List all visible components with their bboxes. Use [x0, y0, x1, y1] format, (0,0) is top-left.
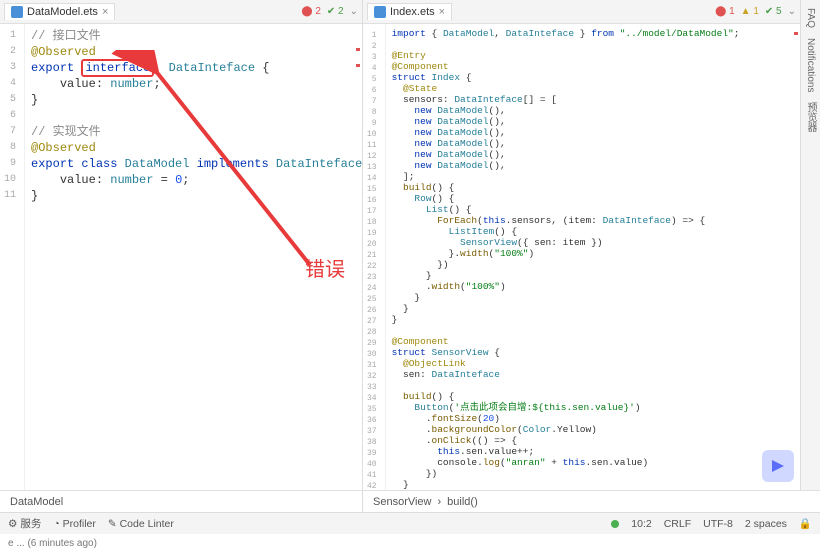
breadcrumb-item[interactable]: DataModel [10, 496, 63, 508]
left-tab-status: ⬤ 2 ✔ 2 ⌄ [301, 6, 358, 17]
tab-index[interactable]: Index.ets × [367, 3, 452, 20]
status-left: ⚙ 服务 ◔ Profiler ✎ Code Linter [8, 516, 174, 531]
right-gutter: 1234567891011121314151617181920212223242… [363, 24, 386, 490]
chevron-icon[interactable]: ⌄ [788, 6, 796, 17]
notifications-tool[interactable]: Notifications [805, 38, 816, 92]
left-gutter: 1234567891011 [0, 24, 25, 490]
right-toolbar: FAQ Notifications 预览器 [800, 0, 820, 490]
vcs-status[interactable]: e ... (6 minutes ago) [0, 534, 820, 552]
previewer-tool[interactable]: 预览器 [803, 102, 818, 132]
code-linter-button[interactable]: ✎ Code Linter [108, 518, 174, 530]
chevron-right-icon: › [438, 496, 442, 508]
cursor-position[interactable]: 10:2 [631, 518, 651, 530]
error-marker[interactable] [356, 48, 360, 51]
right-tab-bar: Index.ets × ⬤ 1 ▲ 1 ✔ 5 ⌄ [363, 0, 800, 24]
sync-status-icon[interactable] [611, 520, 619, 528]
right-editor-pane: Index.ets × ⬤ 1 ▲ 1 ✔ 5 ⌄ 12345678910111… [363, 0, 800, 490]
file-icon [11, 6, 23, 18]
tab-label: DataModel.ets [27, 6, 98, 18]
services-button[interactable]: ⚙ 服务 [8, 516, 41, 531]
breadcrumb-item[interactable]: build() [447, 496, 478, 508]
chevron-icon[interactable]: ⌄ [350, 6, 358, 17]
right-editor[interactable]: 1234567891011121314151617181920212223242… [363, 24, 800, 490]
faq-tool[interactable]: FAQ [805, 8, 816, 28]
error-marker[interactable] [356, 64, 360, 67]
right-code[interactable]: import { DataModel, DataInteface } from … [386, 24, 800, 490]
warn-count-icon: ▲ 1 [741, 6, 759, 17]
right-breadcrumb[interactable]: SensorView › build() [363, 491, 488, 512]
breadcrumb-item[interactable]: SensorView [373, 496, 432, 508]
breadcrumb-row: DataModel SensorView › build() [0, 490, 820, 512]
left-editor-pane: DataModel.ets × ⬤ 2 ✔ 2 ⌄ 1234567891011 … [0, 0, 363, 490]
left-breadcrumb[interactable]: DataModel [0, 491, 363, 512]
error-count-icon: ⬤ 1 [715, 6, 735, 17]
left-tab-bar: DataModel.ets × ⬤ 2 ✔ 2 ⌄ [0, 0, 362, 24]
tab-datamodel[interactable]: DataModel.ets × [4, 3, 115, 20]
annotation-label: 错误 [305, 253, 345, 282]
ok-count-icon: ✔ 2 [327, 6, 344, 17]
lock-icon[interactable]: 🔒 [799, 517, 812, 530]
right-tab-status: ⬤ 1 ▲ 1 ✔ 5 ⌄ [715, 6, 796, 17]
profiler-button[interactable]: ◔ Profiler [53, 518, 96, 530]
tab-label: Index.ets [390, 6, 435, 18]
file-icon [374, 6, 386, 18]
encoding[interactable]: UTF-8 [703, 518, 733, 530]
close-icon[interactable]: × [102, 6, 108, 18]
status-bar: ⚙ 服务 ◔ Profiler ✎ Code Linter 10:2 CRLF … [0, 512, 820, 534]
error-count-icon: ⬤ 2 [301, 6, 321, 17]
line-ending[interactable]: CRLF [664, 518, 691, 530]
error-marker[interactable] [794, 32, 798, 35]
floating-assistant-icon[interactable] [762, 450, 794, 482]
ok-count-icon: ✔ 5 [765, 6, 782, 17]
indent-setting[interactable]: 2 spaces [745, 518, 787, 530]
status-right: 10:2 CRLF UTF-8 2 spaces 🔒 [611, 517, 812, 530]
close-icon[interactable]: × [439, 6, 445, 18]
